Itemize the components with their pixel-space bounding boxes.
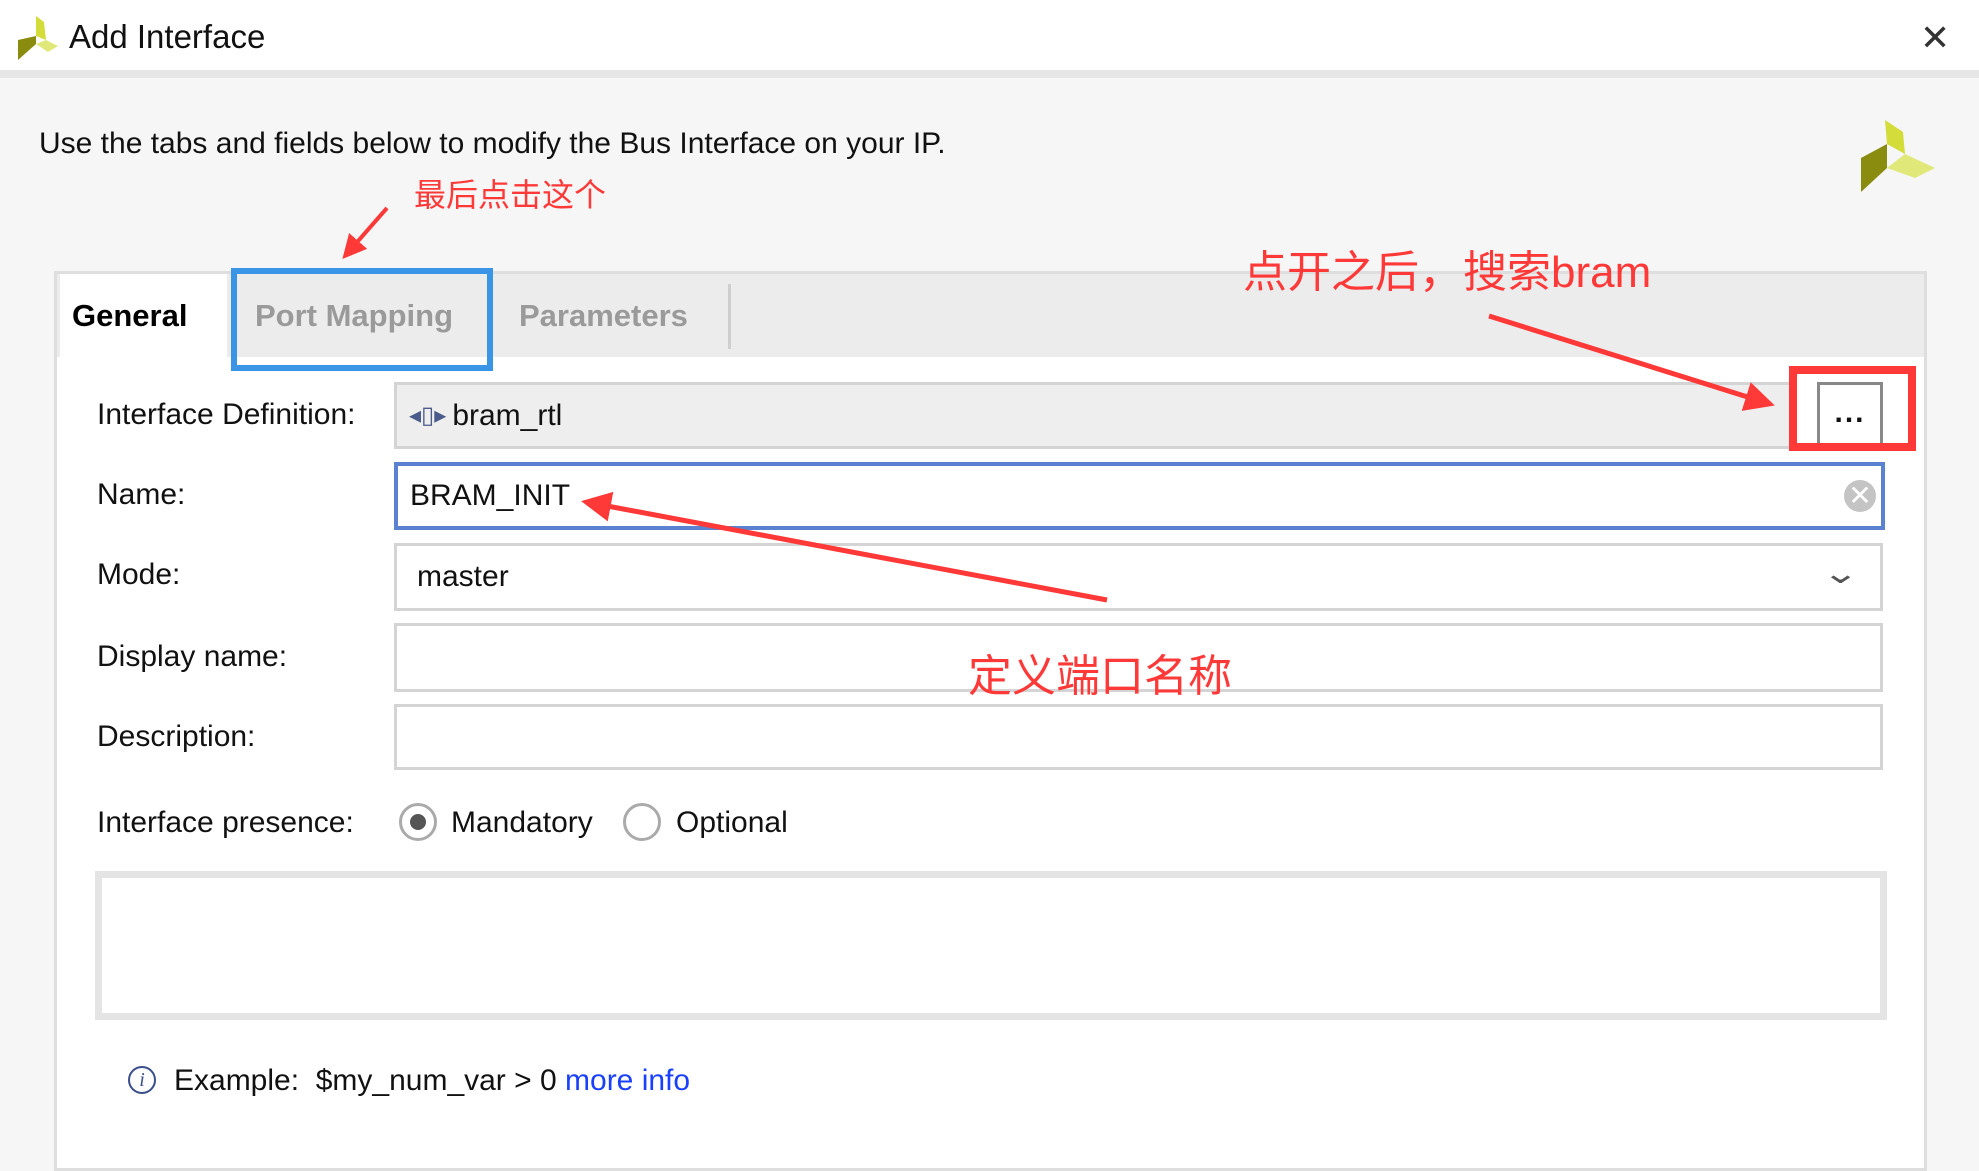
example-label: Example: $my_num_var > 0 (174, 1064, 566, 1097)
display-name-label: Display name: (97, 640, 288, 673)
optional-radio[interactable] (623, 803, 661, 841)
clear-icon[interactable]: ✕ (1844, 480, 1876, 512)
presence-label: Interface presence: (97, 806, 354, 839)
interface-definition-label: Interface Definition: (97, 398, 356, 431)
arrow-to-port-mapping (342, 206, 389, 260)
tab-parameters[interactable]: Parameters (507, 274, 727, 357)
description-label: Description: (97, 720, 256, 753)
mandatory-label[interactable]: Mandatory (451, 806, 593, 840)
chevron-down-icon[interactable]: ⌄ (1822, 556, 1860, 591)
annotation-define-name: 定义端口名称 (968, 652, 1232, 701)
info-icon: i (128, 1066, 156, 1094)
dialog-title: Add Interface (69, 18, 266, 55)
interface-definition-value: bram_rtl (452, 398, 563, 432)
description-input[interactable] (394, 704, 1883, 770)
optional-label[interactable]: Optional (676, 806, 788, 840)
title-bar (0, 0, 1979, 78)
annotation-highlight-browse (1789, 366, 1916, 451)
mode-value: master (417, 560, 509, 593)
vivado-logo-large-icon (1861, 120, 1935, 192)
mandatory-radio[interactable] (399, 803, 437, 841)
tab-divider (728, 284, 731, 349)
mode-label: Mode: (97, 558, 181, 591)
vivado-logo-icon (18, 16, 58, 60)
bus-interface-icon: ◂▯▸ (409, 402, 447, 429)
more-info-link[interactable]: more info (565, 1064, 690, 1097)
interface-definition-field: ◂▯▸ bram_rtl (394, 382, 1792, 449)
dialog-description: Use the tabs and fields below to modify … (39, 127, 946, 160)
name-label: Name: (97, 478, 186, 511)
mode-select[interactable]: master (394, 543, 1883, 611)
example-text: Example: $my_num_var > 0 more info (174, 1064, 690, 1098)
tab-general[interactable]: General (60, 274, 227, 357)
presence-expression-box[interactable] (95, 871, 1887, 1020)
name-value: BRAM_INIT (410, 479, 571, 512)
annotation-highlight-port-mapping (231, 268, 493, 371)
name-input[interactable]: BRAM_INIT (394, 462, 1885, 530)
annotation-search-bram: 点开之后，搜索bram (1243, 248, 1652, 297)
close-icon[interactable]: ✕ (1920, 20, 1950, 56)
annotation-click-last: 最后点击这个 (414, 177, 607, 213)
